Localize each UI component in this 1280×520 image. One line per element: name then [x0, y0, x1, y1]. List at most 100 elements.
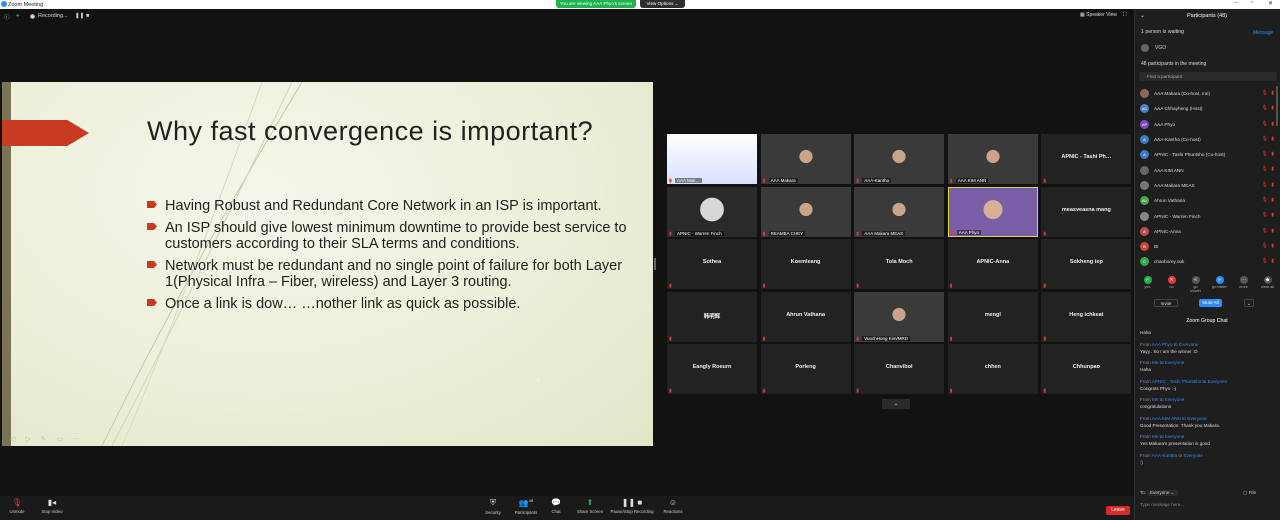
participant-row[interactable]: AC AAA Chhayheng (Host) 🎙 ▮	[1140, 101, 1275, 116]
video-tile[interactable]: ▮ AAA Makara	[760, 134, 851, 184]
reaction-button[interactable]: ✓ yes	[1140, 276, 1155, 293]
unmute-button[interactable]: 🎙 Unmute	[6, 498, 28, 514]
video-tile[interactable]: ▮ AAA Phyo	[947, 186, 1038, 237]
video-tile[interactable]: Koemleang ▮	[760, 239, 851, 290]
chat-sender-name[interactable]: Me	[1152, 434, 1158, 439]
mic-muted-icon: ▮	[669, 335, 672, 342]
info-icon[interactable]: ⓘ	[4, 13, 10, 21]
chat-message-text: Yayy.. So I am the winner :D	[1140, 348, 1198, 354]
participant-row[interactable]: A APNIC - Tashi Phuntsho (Co-host) 🎙 ▮	[1140, 147, 1275, 162]
chat-recipient: Everyone	[1183, 452, 1203, 458]
video-tile[interactable]: Chhunpao ▮	[1041, 344, 1132, 395]
video-tile[interactable]: Porleng ▮	[760, 344, 851, 395]
mic-camera-status-icon: 🎙 ▮	[1261, 197, 1275, 204]
speaker-view-button[interactable]: ▦ Speaker View	[1080, 12, 1117, 18]
video-tile[interactable]: ▮ AAA Mak…	[667, 134, 757, 184]
video-tile[interactable]: Tola Moch ▮	[854, 239, 945, 290]
participant-row[interactable]: AV Ahrun Vathana 🎙 ▮	[1140, 193, 1275, 208]
reactions-button[interactable]: ☺ Reactions	[661, 498, 685, 514]
video-tile[interactable]: ▮ AAA Makara MEAS	[854, 186, 945, 237]
video-tile[interactable]: ▮ AAA-Kantha	[854, 134, 945, 184]
chat-sender-name[interactable]: AAA-Kantha	[1152, 453, 1177, 458]
message-button[interactable]: Message	[1253, 30, 1273, 36]
chat-input[interactable]: Type message here...	[1140, 502, 1184, 507]
avatar: AC	[1140, 104, 1149, 114]
video-tile[interactable]: ▮ VuochHong Kim/MRD	[854, 291, 945, 342]
leave-button[interactable]: Leave	[1106, 506, 1130, 515]
maximize-icon[interactable]: ▫	[1251, 0, 1253, 9]
participant-row[interactable]: AAA Makara MEAS 🎙 ▮	[1140, 178, 1275, 193]
video-tile[interactable]: ▮ APNIC - Warren Finch	[667, 186, 757, 237]
participant-row[interactable]: B BI 🎙 ▮	[1140, 239, 1275, 254]
split-handle[interactable]	[654, 258, 656, 270]
file-button[interactable]: ▢ File	[1243, 490, 1256, 496]
video-tile[interactable]: 韩明辉 ▮	[667, 291, 757, 342]
close-icon[interactable]: ✕	[1268, 0, 1273, 9]
minimize-icon[interactable]: –	[1234, 0, 1237, 9]
reaction-button[interactable]: ⋯ more	[1236, 276, 1251, 293]
video-tile[interactable]: Heng ichkeat ▮	[1041, 291, 1132, 342]
video-tile[interactable]: chhen ▮	[947, 344, 1038, 395]
video-tile[interactable]: ▮ REAMEA CHEY	[760, 186, 851, 237]
recipient-select[interactable]: Everyone ⌄	[1147, 490, 1178, 496]
video-tile[interactable]: Sothea ▮	[667, 239, 757, 290]
video-tile[interactable]: Ahrun Vathana ▮	[760, 291, 851, 342]
avatar: AV	[1140, 196, 1149, 206]
invite-button[interactable]: Invite	[1154, 299, 1178, 307]
security-button[interactable]: ⛨ Security	[482, 498, 504, 515]
chat-sender-name[interactable]: Me	[1152, 397, 1158, 402]
waiting-participant[interactable]: VGO	[1141, 44, 1166, 52]
participant-search-input[interactable]: Find a participant	[1139, 72, 1277, 81]
video-tile[interactable]: Chanvibol ▮	[854, 344, 945, 395]
mute-all-button[interactable]: Mute All	[1199, 299, 1222, 307]
participant-row[interactable]: AAA KIM ANN 🎙 ▮	[1140, 162, 1275, 177]
reaction-button[interactable]: «go slower	[1188, 276, 1203, 293]
view-options-button[interactable]: View Options ⌄	[640, 0, 685, 8]
video-tile[interactable]: APNIC - Tashi Ph… ▮	[1041, 134, 1132, 184]
participant-row[interactable]: AAA Makara (Co-host, me) 🎙 ▮	[1140, 86, 1275, 101]
shield-icon[interactable]: ●	[16, 13, 19, 19]
participant-row[interactable]: APNIC - Warren Finch 🎙 ▮	[1140, 208, 1275, 223]
chevron-down-icon[interactable]: ⌄	[882, 399, 910, 409]
reaction-button[interactable]: ◆ clear all	[1260, 276, 1275, 293]
more-dropdown[interactable]: ⌄	[1244, 299, 1254, 307]
pause-icon[interactable]: ❚❚	[75, 13, 84, 19]
reaction-button[interactable]: » go faster	[1212, 276, 1227, 293]
participant-row[interactable]: Cchanborey.ouk 🎙 ▮	[1140, 254, 1275, 269]
mic-muted-icon: ▮	[950, 229, 954, 236]
reactions-label: Reactions	[663, 509, 683, 514]
mic-muted-icon: ▮	[856, 178, 859, 184]
participant-name: APNIC-Anna	[976, 259, 1010, 266]
fullscreen-icon[interactable]: ⛶	[1123, 12, 1127, 19]
chat-sender-name[interactable]: APNIC - Tashi Phuntsho	[1152, 379, 1201, 384]
participant-row[interactable]: A APNIC-Anna 🎙 ▮	[1140, 224, 1275, 239]
chat-recipient: Everyone	[1164, 397, 1185, 402]
video-tile[interactable]: measveasna mang ▮	[1041, 186, 1132, 237]
participants-button[interactable]: 👥48 Participants	[512, 498, 540, 515]
participant-row[interactable]: AP AAA Phyo 🎙 ▮	[1140, 117, 1275, 132]
chat-sender-name[interactable]: Me	[1152, 360, 1158, 365]
participant-row[interactable]: A AAA-Kantha (Co-host) 🎙 ▮	[1140, 132, 1275, 147]
video-tile[interactable]: Eangly Roeurn ▮	[667, 344, 757, 395]
mic-muted-icon: ▮	[1043, 283, 1047, 290]
chat-sender-name[interactable]: AAA KIM ANN	[1152, 416, 1181, 421]
reaction-icon: ✕	[1167, 276, 1176, 284]
recording-indicator: Recording...	[30, 13, 68, 19]
mic-camera-status-icon: 🎙 ▮	[1261, 120, 1275, 127]
chat-sender-name[interactable]: AAA Phyo	[1152, 342, 1173, 347]
pause-recording-button[interactable]: ❚❚ ■ Pause/Stop Recording	[609, 498, 655, 514]
video-tile-label: VuochHong Kim/MRD	[862, 335, 911, 341]
video-tile[interactable]: mengl ▮	[947, 291, 1038, 342]
slide-controls[interactable]: ◁ ▷ ✎ ▭ ⋯	[10, 435, 84, 443]
video-tile[interactable]: APNIC-Anna ▮	[947, 239, 1038, 290]
video-tile[interactable]: ▮ AAA KIM ANN	[947, 134, 1038, 184]
video-tile[interactable]: Sokheng tep ▮	[1041, 239, 1132, 290]
share-screen-button[interactable]: ⬆ Share Screen	[576, 498, 604, 514]
chat-button[interactable]: 💬 Chat	[548, 498, 564, 514]
reaction-icon: ◆	[1263, 276, 1272, 284]
unmute-label: Unmute	[9, 509, 25, 514]
stop-video-button[interactable]: ▮◂ Stop Video	[38, 498, 66, 514]
stop-icon[interactable]: ■	[86, 13, 89, 19]
reaction-button[interactable]: ✕ no	[1164, 276, 1179, 293]
participant-list-scrollbar[interactable]	[1276, 86, 1278, 126]
